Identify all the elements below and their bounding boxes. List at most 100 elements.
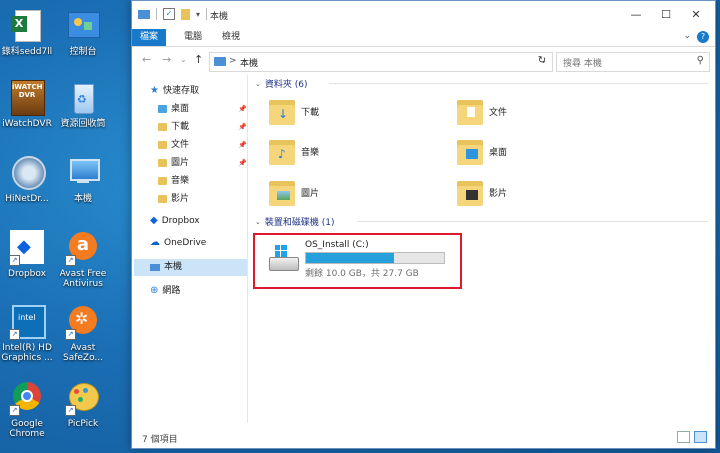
desktop-icon-label: Dropbox (8, 269, 46, 279)
tab-file[interactable]: 檔案 (132, 29, 167, 46)
tab-computer[interactable]: 電腦 (176, 29, 210, 46)
view-switcher (677, 431, 707, 443)
intel-graphics-icon: intel ↗ (9, 304, 46, 340)
address-bar[interactable]: > 本機 ⌄ (209, 52, 553, 72)
properties-icon[interactable]: ✓ (163, 8, 175, 20)
nav-quick-videos[interactable]: 影片 (158, 191, 189, 207)
devices-group-header[interactable]: ⌄ 裝置和磁碟機 (1) (255, 215, 335, 229)
desktop-icon-label: Avast SafeZo... (62, 343, 104, 363)
title-bar[interactable]: ✓ ▾ 本機 — ☐ ✕ (132, 1, 715, 29)
nav-this-pc[interactable]: 本機 (150, 259, 182, 275)
desktop-icon-this-pc[interactable]: 本機 (52, 155, 114, 204)
desktop-icon-excel-file[interactable]: X 錄科sedd7ll (0, 8, 58, 57)
close-button[interactable]: ✕ (681, 5, 711, 25)
group-title: 裝置和磁碟機 (1) (264, 218, 335, 228)
desktop-icon-label: 控制台 (69, 47, 97, 57)
collapse-icon[interactable]: ⌄ (255, 80, 261, 88)
status-bar: 7 個項目 (132, 426, 715, 448)
customize-toolbar-icon[interactable]: ▾ (196, 10, 200, 19)
control-panel-icon (65, 8, 101, 44)
group-divider (357, 221, 708, 222)
nav-dropbox[interactable]: ◆ Dropbox (150, 213, 200, 229)
folder-pictures[interactable]: 圖片 (269, 178, 449, 212)
search-icon[interactable]: ⚲ (697, 55, 704, 66)
toolbar-separator (206, 8, 208, 20)
folder-videos[interactable]: 影片 (457, 178, 637, 212)
tiles-view-icon[interactable] (694, 431, 707, 443)
desktop-icon-label: Intel(R) HD Graphics ... (1, 343, 53, 363)
breadcrumb-separator[interactable]: > (229, 56, 237, 66)
desktop-icon-label: PicPick (67, 419, 99, 429)
collapse-icon[interactable]: ⌄ (255, 218, 261, 226)
videos-folder-icon (158, 195, 167, 203)
recycle-bin-icon: ♻ (65, 80, 101, 116)
iwatch-dvr-icon: iWATCH DVR (9, 80, 45, 116)
star-icon: ★ (150, 85, 159, 96)
search-box[interactable]: 搜尋 本機 ⚲ (556, 52, 710, 72)
folders-group-header[interactable]: ⌄ 資料夾 (6) (255, 77, 308, 91)
nav-quick-music[interactable]: 音樂 (158, 173, 189, 189)
desktop-icon-intel-graphics[interactable]: intel ↗ Intel(R) HD Graphics ... (0, 304, 58, 363)
nav-quick-pictures[interactable]: 圖片 📌 (158, 155, 247, 171)
nav-label: 圖片 (171, 158, 190, 168)
details-view-icon[interactable] (677, 431, 690, 443)
documents-folder-icon (457, 97, 483, 125)
drive-c[interactable]: OS_Install (C:) 剩餘 10.0 GB，共 27.7 GB (253, 233, 462, 289)
recent-locations-icon[interactable]: ⌄ (180, 55, 187, 64)
minimize-button[interactable]: — (621, 5, 651, 25)
new-folder-icon[interactable] (181, 8, 190, 20)
music-folder-icon: ♪ (269, 137, 295, 165)
hinet-app-icon (9, 155, 46, 191)
desktop-icon-label: 錄科sedd7ll (1, 47, 53, 57)
nav-quick-documents[interactable]: 文件 📌 (158, 137, 247, 153)
desktop-icon-label: HiNetDr... (5, 194, 49, 204)
content-pane: ⌄ 資料夾 (6) ↓ 下載 文件 ♪ 音樂 桌面 圖片 影片 ⌄ 裝置和磁碟機… (249, 75, 712, 423)
desktop-folder-icon (158, 105, 167, 113)
forward-button[interactable]: → (162, 53, 171, 66)
folder-music[interactable]: ♪ 音樂 (269, 137, 449, 171)
back-button[interactable]: ← (142, 53, 151, 66)
toolbar-separator (156, 8, 157, 20)
desktop-icon-label: iWatchDVR (2, 119, 52, 129)
folder-downloads[interactable]: ↓ 下載 (269, 97, 449, 131)
refresh-icon[interactable]: ↻ (535, 54, 549, 68)
address-row: ← → ⌄ ↑ > 本機 ⌄ ↻ 搜尋 本機 ⚲ (132, 47, 715, 75)
drive-name: OS_Install (C:) (305, 240, 369, 250)
navigation-pane: ★ 快速存取 桌面 📌 下載 📌 文件 📌 圖片 📌 音樂 影片 ◆ Dropb… (132, 75, 248, 423)
breadcrumb-this-pc[interactable]: 本機 (240, 56, 258, 69)
desktop-icon-avast[interactable]: a ↗ Avast Free Antivirus (52, 230, 114, 289)
folder-name: 下載 (301, 108, 320, 118)
ribbon-tabs: 檔案 電腦 檢視 ⌄ ? (132, 29, 715, 47)
this-pc-small-icon (214, 57, 226, 66)
nav-onedrive[interactable]: ☁ OneDrive (150, 235, 206, 251)
desktop-icon-recycle-bin[interactable]: ♻ 資源回收筒 (52, 80, 114, 129)
nav-network[interactable]: ⊕ 網路 (150, 283, 180, 299)
folder-documents[interactable]: 文件 (457, 97, 637, 131)
nav-quick-desktop[interactable]: 桌面 📌 (158, 101, 247, 117)
folder-desktop[interactable]: 桌面 (457, 137, 637, 171)
desktop-icon-label: Avast Free Antivirus (59, 269, 107, 289)
desktop-icon-avast-safezone[interactable]: ✲ ↗ Avast SafeZo... (52, 304, 114, 363)
dropbox-icon: ◆ ↗ (9, 230, 45, 266)
nav-label: 本機 (164, 262, 183, 272)
help-icon[interactable]: ? (697, 31, 709, 43)
desktop-icon-dropbox[interactable]: ◆ ↗ Dropbox (0, 230, 58, 279)
desktop-icon-control-panel[interactable]: 控制台 (52, 8, 114, 57)
desktop-icon-picpick[interactable]: ↗ PicPick (52, 380, 114, 429)
folder-name: 桌面 (489, 148, 508, 158)
desktop-icon-iwatch-dvr[interactable]: iWATCH DVR iWatchDVR (0, 80, 58, 129)
search-input[interactable]: 搜尋 本機 (563, 56, 602, 69)
maximize-button[interactable]: ☐ (651, 5, 681, 25)
desktop-icon-chrome[interactable]: ↗ Google Chrome (0, 380, 58, 439)
folder-name: 圖片 (301, 189, 320, 199)
nav-quick-downloads[interactable]: 下載 📌 (158, 119, 247, 135)
nav-label: 桌面 (171, 104, 190, 114)
expand-ribbon-icon[interactable]: ⌄ (683, 31, 691, 41)
desktop-icon-hinet[interactable]: HiNetDr... (0, 155, 58, 204)
tab-view[interactable]: 檢視 (214, 29, 248, 46)
videos-folder-icon (457, 178, 483, 206)
nav-quick-access[interactable]: ★ 快速存取 (150, 83, 199, 99)
up-button[interactable]: ↑ (194, 53, 203, 66)
picpick-icon: ↗ (65, 380, 101, 416)
group-divider (329, 83, 708, 84)
